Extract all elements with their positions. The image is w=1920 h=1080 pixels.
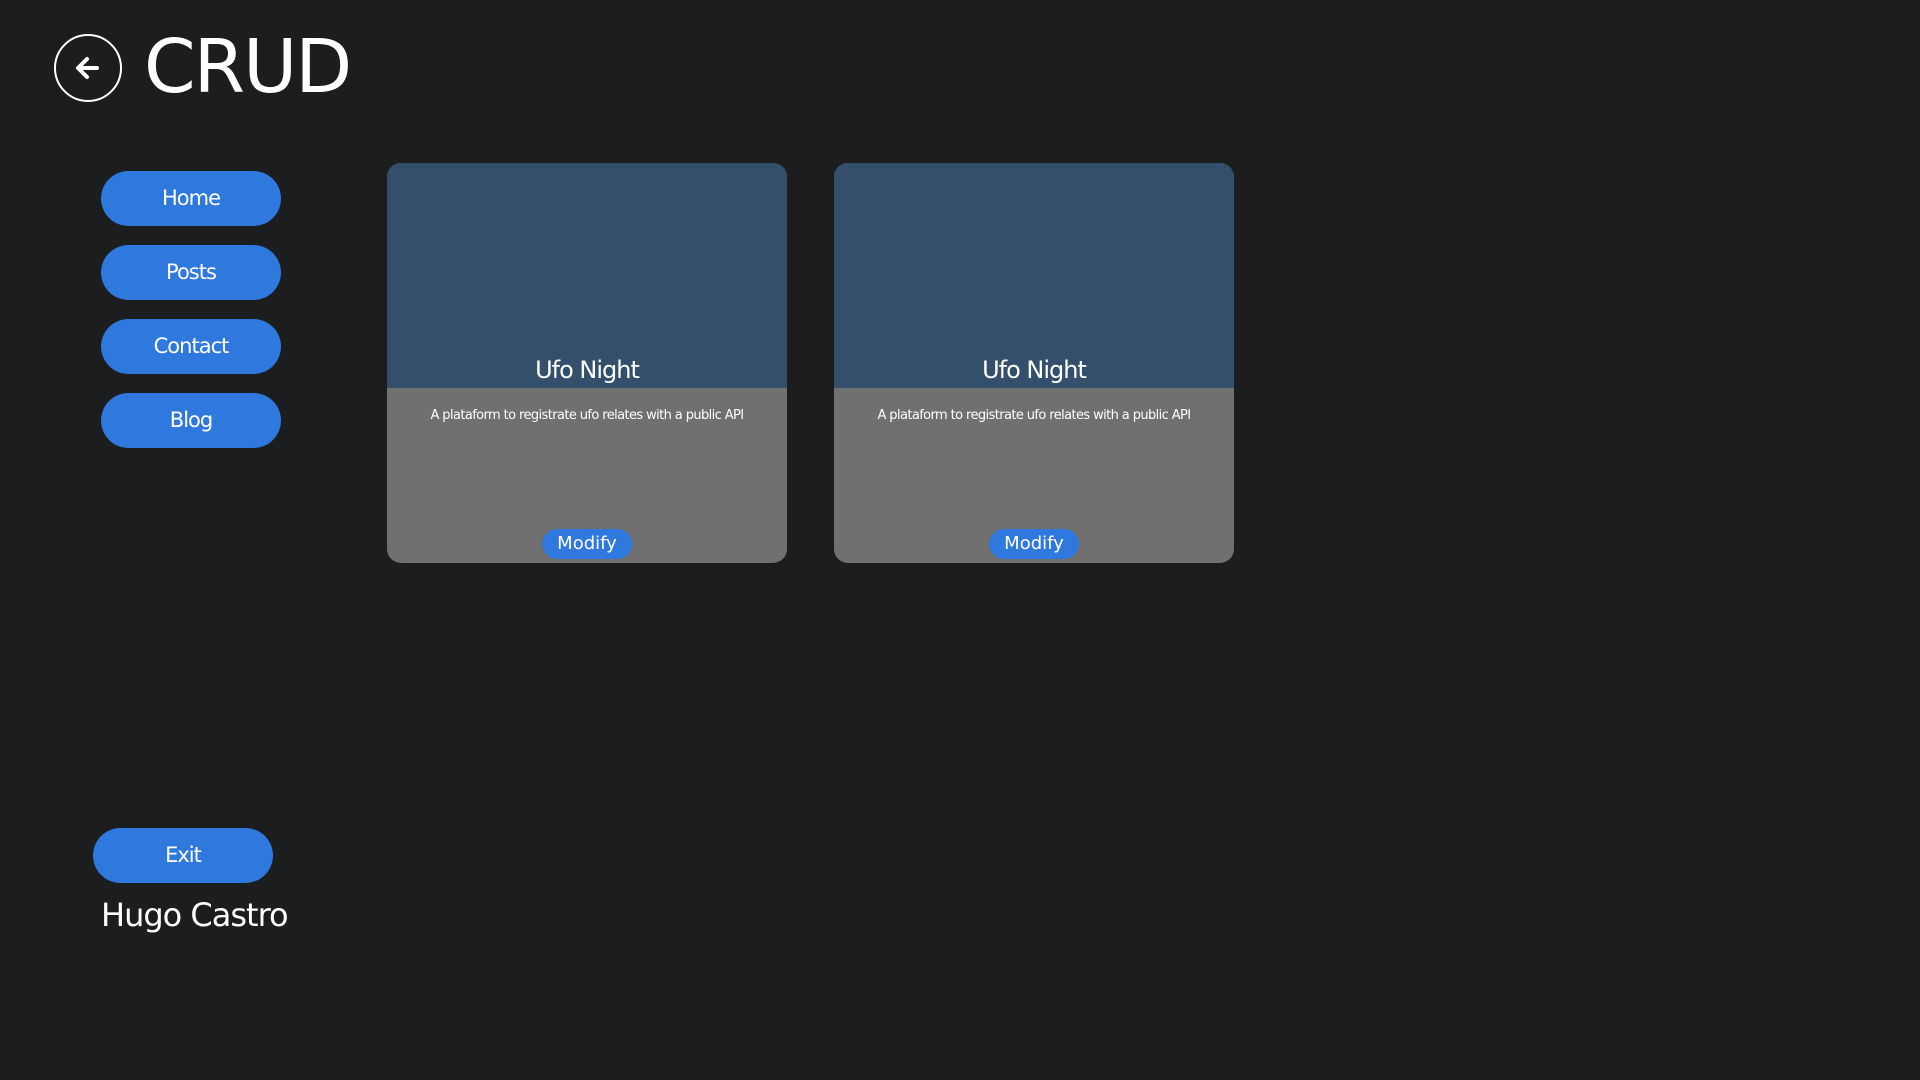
app-window: CRUD Home Posts Contact Blog Exit Hugo C… bbox=[0, 0, 1920, 1080]
nav-posts-button[interactable]: Posts bbox=[101, 245, 281, 300]
back-button[interactable] bbox=[54, 34, 122, 102]
project-card: Ufo Night A plataform to registrate ufo … bbox=[387, 163, 787, 563]
project-card: Ufo Night A plataform to registrate ufo … bbox=[834, 163, 1234, 563]
card-description: A plataform to registrate ufo relates wi… bbox=[877, 408, 1191, 423]
nav-contact-button[interactable]: Contact bbox=[101, 319, 281, 374]
card-grid: Ufo Night A plataform to registrate ufo … bbox=[387, 163, 1234, 563]
sidebar-nav: Home Posts Contact Blog bbox=[101, 171, 281, 467]
nav-blog-button[interactable]: Blog bbox=[101, 393, 281, 448]
page-title: CRUD bbox=[144, 24, 352, 110]
user-name: Hugo Castro bbox=[101, 896, 289, 934]
card-header: Ufo Night bbox=[834, 163, 1234, 388]
card-title: Ufo Night bbox=[982, 356, 1087, 384]
nav-home-button[interactable]: Home bbox=[101, 171, 281, 226]
modify-button[interactable]: Modify bbox=[989, 529, 1079, 559]
exit-button[interactable]: Exit bbox=[93, 828, 273, 883]
card-header: Ufo Night bbox=[387, 163, 787, 388]
arrow-left-icon bbox=[76, 57, 99, 79]
modify-button[interactable]: Modify bbox=[542, 529, 632, 559]
card-title: Ufo Night bbox=[535, 356, 640, 384]
card-description: A plataform to registrate ufo relates wi… bbox=[430, 408, 744, 423]
